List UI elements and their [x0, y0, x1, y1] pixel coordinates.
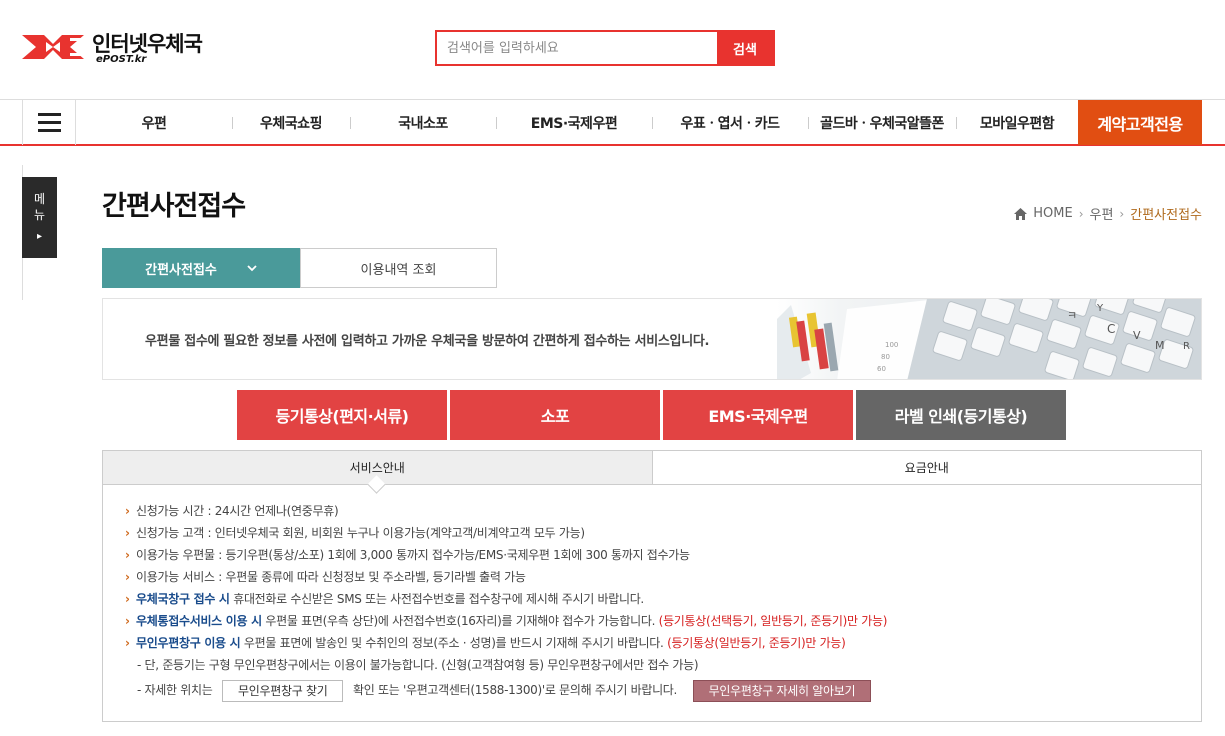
breadcrumb-separator-icon: › [1119, 206, 1125, 221]
list-item: 무인우편창구 이용 시 우편물 표면에 발송인 및 수취인의 정보(주소 · 성… [125, 632, 1201, 654]
breadcrumb-home[interactable]: HOME [1033, 206, 1072, 221]
info-tabs: 서비스안내 요금안내 [103, 451, 1201, 485]
search-bar: 검색 [435, 30, 775, 66]
info-text: 우편물 표면(우측 상단)에 사전접수번호(16자리)를 기재해야 접수가 가능… [261, 614, 656, 628]
keyboard-illustration: 80 60 100 ㅋ C V M R Y [777, 299, 1201, 379]
page-title: 간편사전접수 [102, 191, 246, 222]
svg-text:Y: Y [1096, 303, 1104, 314]
list-item: 이용가능 서비스 : 우편물 종류에 따라 신청정보 및 주소라벨, 등기라벨 … [125, 566, 1201, 588]
svg-text:M: M [1155, 339, 1165, 352]
list-item: 신청가능 시간 : 24시간 언제나(연중무휴) [125, 500, 1201, 522]
header: 인터넷우체국 ePOST.kr 검색 [0, 0, 1225, 100]
breadcrumb-current: 간편사전접수 [1130, 208, 1202, 223]
info-text: 확인 또는 '우편고객센터(1588-1300)'로 문의해 주시기 바랍니다. [352, 683, 678, 697]
side-menu-label-2: 뉴 [33, 208, 46, 222]
gnb-items: 우편 우체국쇼핑 국내소포 EMS·국제우편 우표ㆍ엽서ㆍ카드 골드바ㆍ우체국알… [76, 100, 1078, 145]
global-navigation: 우편 우체국쇼핑 국내소포 EMS·국제우편 우표ㆍ엽서ㆍ카드 골드바ㆍ우체국알… [0, 99, 1225, 146]
svg-text:80: 80 [881, 353, 890, 361]
info-text: 이용가능 서비스 : 우편물 종류에 따라 신청정보 및 주소라벨, 등기라벨 … [136, 570, 526, 584]
service-info-list: 신청가능 시간 : 24시간 언제나(연중무휴) 신청가능 고객 : 인터넷우체… [103, 485, 1201, 702]
tab-quick-pre-registration[interactable]: 간편사전접수 [102, 248, 300, 288]
banner-text: 우편물 접수에 필요한 정보를 사전에 입력하고 가까운 우체국을 방문하여 간… [145, 334, 710, 349]
logo-subtitle: ePOST.kr [96, 54, 147, 65]
info-text: 이용가능 우편물 : 등기우편(통상/소포) 1회에 3,000 통까지 접수가… [136, 548, 690, 562]
list-item: 우체국창구 접수 시 휴대전화로 수신받은 SMS 또는 사전접수번호를 접수창… [125, 588, 1201, 610]
side-menu-toggle[interactable]: 메 뉴 ▸ [22, 177, 57, 258]
tab-usage-history[interactable]: 이용내역 조회 [300, 248, 497, 288]
epost-logo-icon [22, 35, 84, 59]
list-item: - 자세한 위치는 무인우편창구 찾기 확인 또는 '우편고객센터(1588-1… [125, 679, 1201, 702]
info-emphasis: 우체통접수서비스 이용 시 [136, 614, 262, 628]
ems-button[interactable]: EMS·국제우편 [663, 390, 853, 440]
chevron-down-icon [247, 264, 257, 271]
breadcrumb-post[interactable]: 우편 [1090, 204, 1114, 223]
search-input[interactable] [437, 32, 717, 64]
list-item: 이용가능 우편물 : 등기우편(통상/소포) 1회에 3,000 통까지 접수가… [125, 544, 1201, 566]
gnb-item-shopping[interactable]: 우체국쇼핑 [232, 100, 350, 145]
breadcrumb: HOME › 우편 › 간편사전접수 [1014, 204, 1202, 223]
tab-service-guide[interactable]: 서비스안내 [103, 451, 653, 484]
contract-customer-button[interactable]: 계약고객전용 [1078, 100, 1202, 145]
info-warning: - 단, 준등기는 구형 무인우편창구에서는 이용이 불가능합니다. (신형(고… [137, 658, 699, 672]
parcel-button[interactable]: 소포 [450, 390, 660, 440]
epost-logo[interactable]: 인터넷우체국 ePOST.kr [22, 28, 212, 68]
info-text: 신청가능 고객 : 인터넷우체국 회원, 비회원 누구나 이용가능(계약고객/비… [136, 526, 585, 540]
info-text: 우편물 표면에 발송인 및 수취인의 정보(주소 · 성명)를 반드시 기재해 … [240, 636, 664, 650]
svg-text:R: R [1183, 341, 1190, 352]
unmanned-counter-detail-button[interactable]: 무인우편창구 자세히 알아보기 [692, 679, 872, 702]
info-text: 휴대전화로 수신받은 SMS 또는 사전접수번호를 접수창구에 제시해 주시기 … [229, 592, 644, 606]
gnb-item-stamps[interactable]: 우표ㆍ엽서ㆍ카드 [652, 100, 808, 145]
list-item: 우체통접수서비스 이용 시 우편물 표면(우측 상단)에 사전접수번호(16자리… [125, 610, 1201, 632]
service-buttons: 등기통상(편지·서류) 소포 EMS·국제우편 라벨 인쇄(등기통상) [237, 390, 1066, 440]
home-icon [1014, 207, 1028, 220]
info-emphasis: 무인우편창구 이용 시 [136, 636, 241, 650]
info-text: 신청가능 시간 : 24시간 언제나(연중무휴) [136, 504, 339, 518]
gnb-item-domestic-parcel[interactable]: 국내소포 [350, 100, 496, 145]
svg-text:100: 100 [885, 341, 898, 349]
info-emphasis: 우체국창구 접수 시 [136, 592, 230, 606]
svg-text:60: 60 [877, 365, 886, 373]
svg-text:V: V [1133, 329, 1141, 342]
svg-text:C: C [1107, 322, 1115, 336]
tab-quick-pre-registration-label: 간편사전접수 [145, 262, 217, 278]
gnb-item-mobile-mailbox[interactable]: 모바일우편함 [956, 100, 1078, 145]
service-info-panel: 서비스안내 요금안내 신청가능 시간 : 24시간 언제나(연중무휴) 신청가능… [102, 450, 1202, 722]
registered-mail-button[interactable]: 등기통상(편지·서류) [237, 390, 447, 440]
find-unmanned-counter-button[interactable]: 무인우편창구 찾기 [222, 679, 344, 702]
list-item: - 단, 준등기는 구형 무인우편창구에서는 이용이 불가능합니다. (신형(고… [125, 654, 1201, 676]
info-warning: (등기통상(일반등기, 준등기)만 가능) [663, 636, 846, 650]
side-menu-arrow-icon: ▸ [36, 231, 43, 242]
info-warning: (등기통상(선택등기, 일반등기, 준등기)만 가능) [655, 614, 888, 628]
gnb-item-ems[interactable]: EMS·국제우편 [496, 100, 652, 145]
breadcrumb-separator-icon: › [1078, 206, 1084, 221]
search-button[interactable]: 검색 [717, 32, 773, 64]
gnb-item-post[interactable]: 우편 [76, 100, 232, 145]
list-item: 신청가능 고객 : 인터넷우체국 회원, 비회원 누구나 이용가능(계약고객/비… [125, 522, 1201, 544]
info-text: - 자세한 위치는 [137, 683, 213, 697]
gnb-item-goldbar[interactable]: 골드바ㆍ우체국알뜰폰 [808, 100, 956, 145]
service-banner: 우편물 접수에 필요한 정보를 사전에 입력하고 가까운 우체국을 방문하여 간… [102, 298, 1202, 380]
hamburger-menu-icon[interactable] [22, 100, 76, 145]
label-print-button[interactable]: 라벨 인쇄(등기통상) [856, 390, 1066, 440]
sub-tabs: 간편사전접수 이용내역 조회 [102, 248, 497, 288]
svg-text:ㅋ: ㅋ [1067, 309, 1077, 322]
tab-fee-guide[interactable]: 요금안내 [653, 451, 1202, 484]
side-menu-label-1: 메 [33, 192, 46, 206]
